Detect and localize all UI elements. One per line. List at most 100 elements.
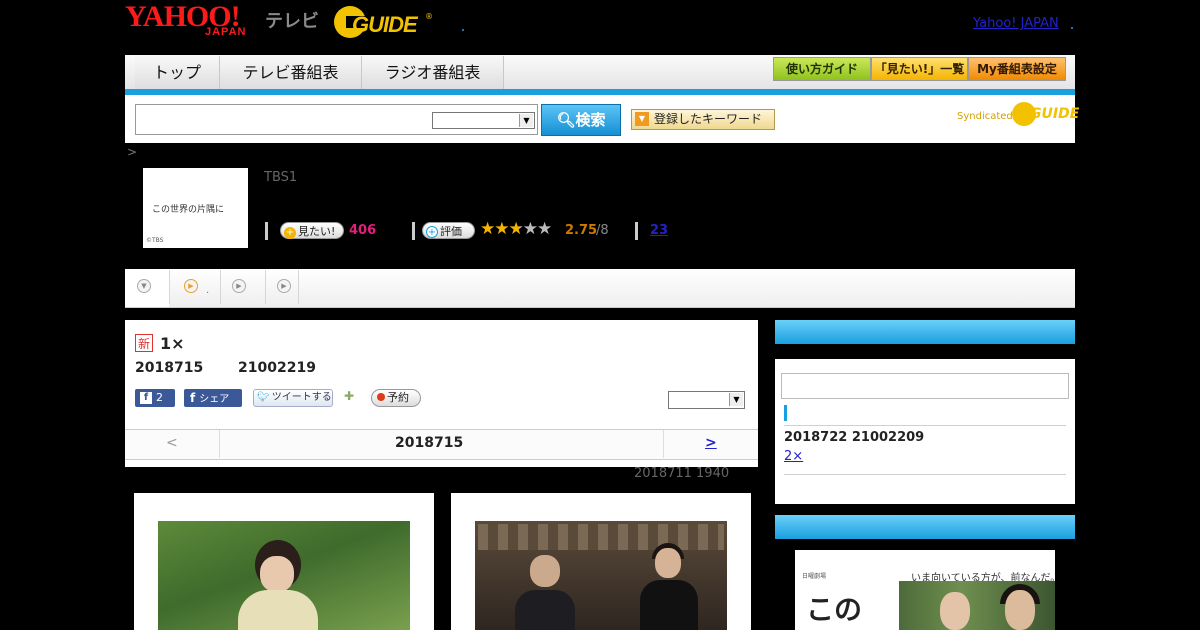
search-button-label: 検索 — [575, 111, 606, 129]
tab-divider — [265, 270, 266, 304]
divider — [412, 222, 415, 240]
registered-keyword-button[interactable]: ▼ 登録したキーワード — [631, 109, 775, 130]
rate-button[interactable]: + 評価 — [422, 222, 475, 239]
tweet-button[interactable]: 🐦︎ ツイートする — [253, 389, 333, 407]
divider — [784, 474, 1066, 475]
chevron-down-icon: ▼ — [729, 393, 743, 406]
thumbnail-copyright: ©TBS — [146, 237, 164, 244]
mixi-check-icon[interactable]: ✚ — [344, 389, 360, 405]
facebook-like-button[interactable]: f2 — [135, 389, 175, 407]
my-schedule-settings-button[interactable]: My番組表設定 — [968, 57, 1066, 81]
next-episode-link-text: 2× — [784, 449, 804, 464]
breadcrumb[interactable]: > — [127, 145, 137, 159]
new-badge: 新 — [135, 334, 153, 352]
play-icon[interactable]: ▶ — [184, 279, 198, 293]
tv-logo-text[interactable]: テレビ — [265, 7, 319, 33]
mitai-list-button[interactable]: 「見たい!」一覧 — [871, 57, 968, 81]
gguide-logo-text: GUIDE — [352, 12, 418, 37]
pager-divider — [219, 430, 220, 458]
poster-header — [775, 515, 1075, 539]
gguide-small-logo-text: GUIDE — [1030, 106, 1080, 122]
divider — [784, 425, 1066, 426]
facebook-like-count: 2 — [156, 391, 163, 404]
rating-label: 評価 — [440, 225, 462, 238]
divider — [265, 222, 268, 240]
section-marker — [784, 405, 787, 421]
photo-figure — [940, 592, 970, 630]
next-broadcast-time: 21002209 — [851, 430, 925, 445]
record-icon — [377, 393, 385, 401]
next-broadcast-date: 2018722 — [784, 430, 848, 445]
star-filled-icon: ★ — [480, 219, 495, 239]
photo-figure — [1005, 590, 1035, 630]
yahoo-japan-logo-text: JAPAN — [205, 26, 247, 38]
star-empty-icon: ★ — [537, 219, 552, 239]
search-button[interactable]: 🔍︎検索 — [541, 104, 621, 136]
dropdown-arrow-icon: ▼ — [635, 112, 649, 126]
chevron-down-icon: ▼ — [137, 279, 151, 293]
photo-figure — [655, 548, 681, 578]
chevron-down-icon: ▼ — [519, 114, 533, 127]
play-icon[interactable]: ▶ — [232, 279, 246, 293]
star-partial-icon: ★ — [508, 219, 524, 239]
original-air-info: 2018711 1940 — [634, 466, 730, 481]
search-icon: 🔍︎ — [556, 111, 576, 129]
photo-figure — [515, 590, 575, 630]
syndicated-label: Syndicated — [957, 111, 1013, 122]
photo-background — [478, 524, 724, 550]
episode-time: 21002219 — [238, 360, 316, 376]
usage-guide-button[interactable]: 使い方ガイド — [773, 57, 871, 81]
program-tab-bar — [125, 269, 1075, 308]
facebook-icon: f — [140, 392, 152, 404]
poster-title: この — [806, 593, 863, 626]
twitter-bird-icon: 🐦︎ — [257, 392, 270, 403]
yahoo-japan-link[interactable]: Yahoo! JAPAN — [973, 16, 1059, 31]
tab-divider — [298, 270, 299, 304]
tab-dot-text: . — [206, 285, 210, 296]
rating-score: 2.75 — [565, 223, 598, 238]
pager-next-link[interactable]: > — [705, 435, 717, 451]
tab-top[interactable]: トップ — [135, 56, 220, 89]
review-count-link[interactable]: 23 — [650, 222, 668, 239]
divider — [635, 222, 638, 240]
gguide-registered-mark: ® — [425, 12, 433, 21]
program-thumbnail-title: この世界の片隅に — [152, 205, 225, 215]
mitai-button[interactable]: + 見たい! — [280, 222, 344, 239]
next-episode-link[interactable]: 2× — [784, 449, 803, 464]
episode-title: 1× — [160, 334, 185, 353]
tab-divider — [220, 270, 221, 304]
tab-divider — [169, 270, 170, 304]
star-filled-icon: ★ — [494, 219, 509, 239]
facebook-share-label: シェア — [199, 394, 230, 405]
next-broadcast-field — [781, 373, 1069, 399]
search-category-select[interactable]: ▼ — [432, 112, 535, 129]
channel-name: TBS1 — [264, 170, 298, 185]
mitai-label: 見たい! — [298, 225, 336, 238]
facebook-icon: f — [190, 391, 196, 405]
next-broadcast-subheader — [775, 344, 1075, 359]
pager-current-date: 2018715 — [395, 435, 464, 451]
play-icon[interactable]: ▶ — [277, 279, 291, 293]
pager-prev: < — [166, 435, 178, 451]
poster-small-label: 日曜劇場 — [802, 573, 827, 580]
reserve-label: 予約 — [387, 391, 409, 404]
photo-figure — [640, 580, 698, 630]
next-broadcast-datetime: 2018722 21002209 — [784, 430, 924, 445]
photo-figure — [260, 556, 294, 592]
registered-keyword-label: 登録したキーワード — [654, 112, 763, 126]
pager-divider — [663, 430, 664, 458]
tweet-label: ツイートする — [271, 392, 332, 403]
plus-icon: + — [426, 226, 438, 238]
photo-figure — [238, 590, 318, 630]
rating-stars: ★★★★★ — [480, 219, 552, 239]
episode-date: 2018715 — [135, 360, 204, 376]
photo-figure — [530, 555, 560, 587]
mitai-count: 406 — [349, 223, 377, 238]
tab-tv-schedule[interactable]: テレビ番組表 — [220, 56, 362, 89]
facebook-share-button[interactable]: f シェア — [184, 389, 242, 407]
tab-radio-schedule[interactable]: ラジオ番組表 — [362, 56, 504, 89]
episode-select[interactable]: ▼ — [668, 391, 745, 409]
reserve-button[interactable]: 予約 — [371, 389, 421, 407]
rating-score-max: /8 — [596, 223, 609, 238]
star-empty-icon: ★ — [522, 219, 538, 239]
